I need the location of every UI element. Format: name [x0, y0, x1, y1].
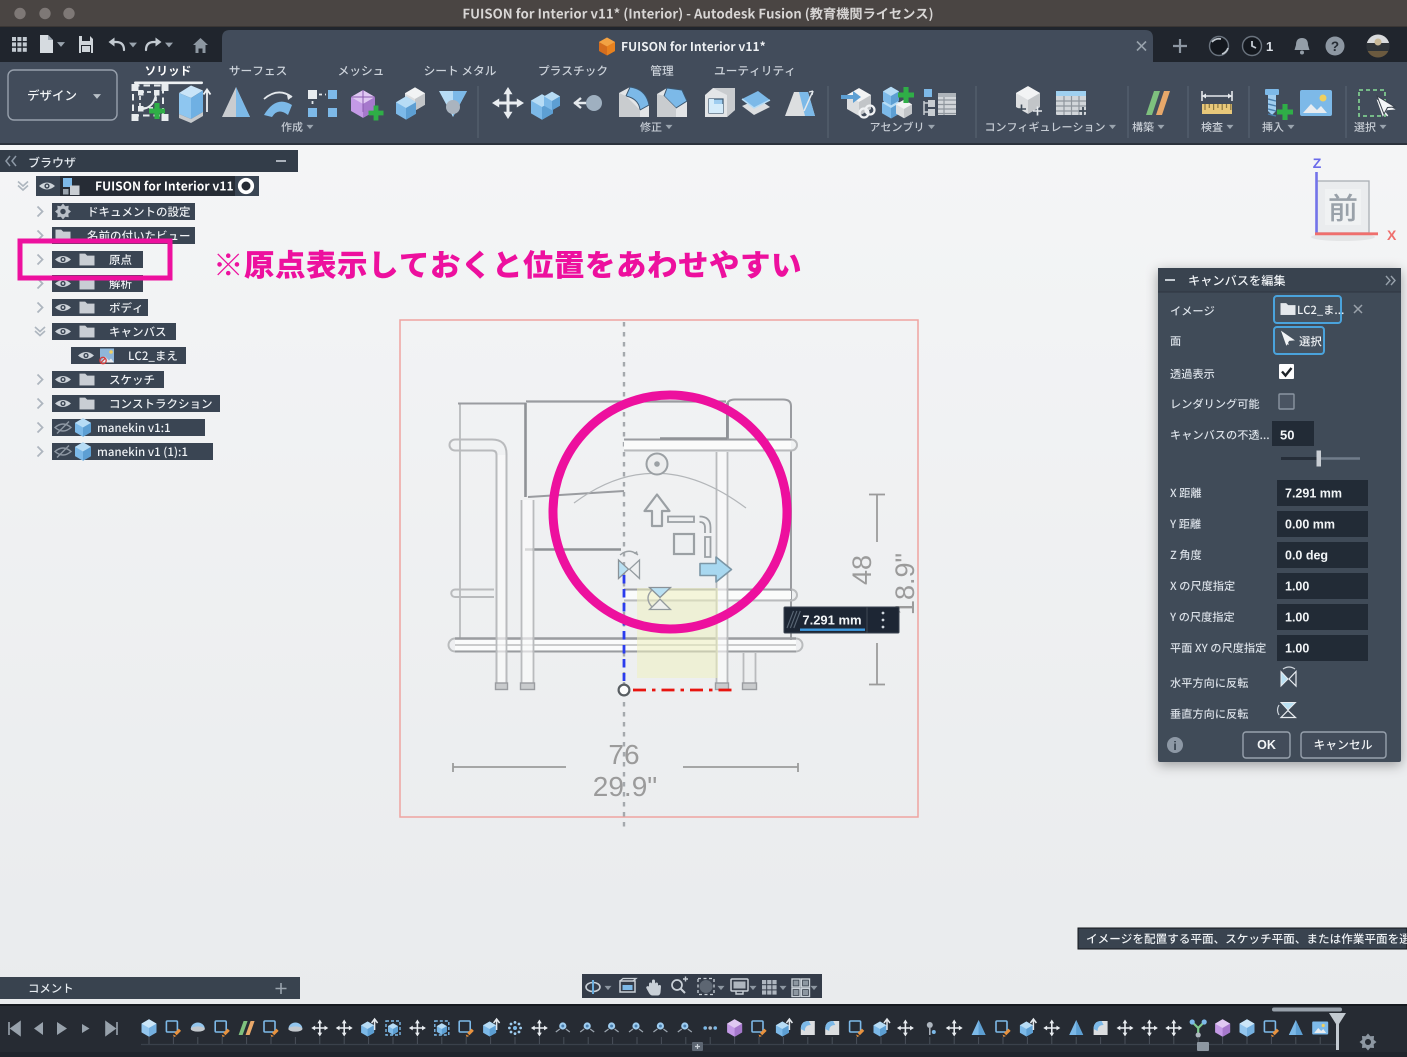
- svg-text:OK: OK: [1257, 738, 1276, 752]
- svg-text:29.9": 29.9": [593, 771, 657, 802]
- svg-text:0.0 deg: 0.0 deg: [1285, 549, 1328, 563]
- svg-text:?: ?: [1331, 39, 1339, 54]
- svg-text:7.291 mm: 7.291 mm: [802, 613, 861, 628]
- svg-text:48: 48: [847, 555, 877, 585]
- svg-text:1.00: 1.00: [1285, 642, 1309, 656]
- svg-text:X: X: [1387, 227, 1397, 243]
- svg-text:76: 76: [608, 739, 639, 770]
- svg-text:1: 1: [1266, 39, 1273, 54]
- svg-text:0.00 mm: 0.00 mm: [1285, 518, 1335, 532]
- svg-text:7.291 mm: 7.291 mm: [1285, 487, 1342, 501]
- svg-text:18.9": 18.9": [890, 553, 920, 615]
- svg-text:Z: Z: [1313, 155, 1322, 171]
- svg-text:1.00: 1.00: [1285, 580, 1309, 594]
- svg-text:50: 50: [1280, 428, 1294, 443]
- svg-text:i: i: [1173, 739, 1176, 753]
- svg-text:1.00: 1.00: [1285, 611, 1309, 625]
